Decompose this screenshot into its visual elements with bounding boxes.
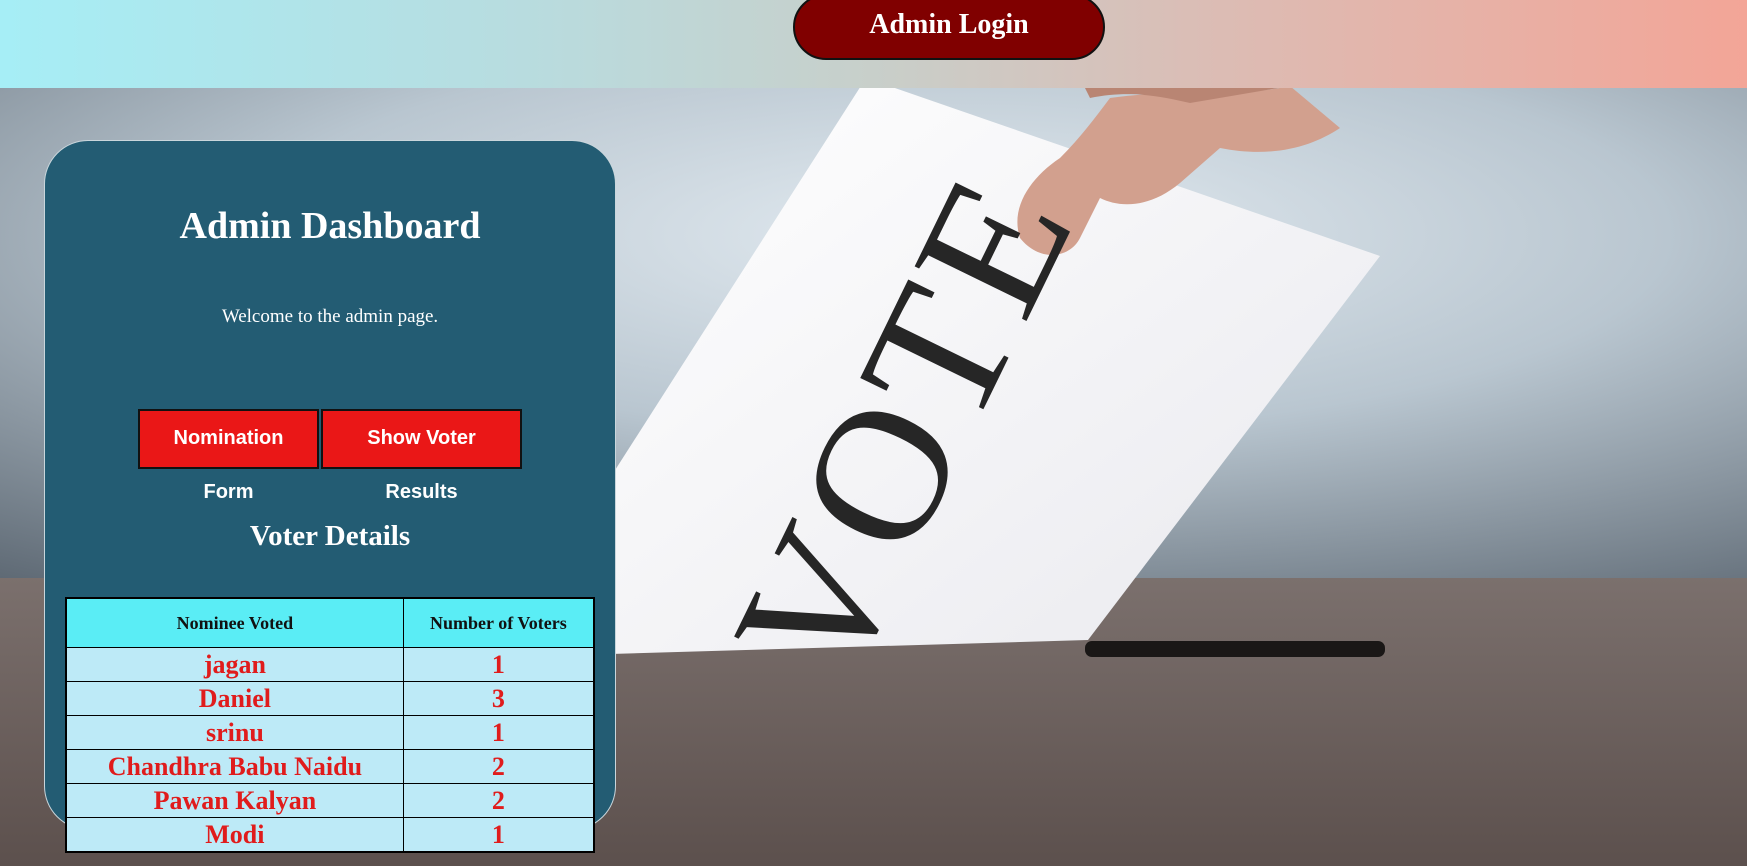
voter-details-heading: Voter Details bbox=[249, 520, 411, 552]
admin-login-button[interactable]: Admin Login bbox=[793, 0, 1105, 60]
welcome-text: Welcome to the admin page. bbox=[221, 306, 439, 327]
action-buttons: Nomination Form Show Voter Results bbox=[138, 409, 522, 503]
nomination-form-button[interactable]: Nomination Form bbox=[138, 409, 319, 503]
voter-details-table: Nominee Voted Number of Voters jagan 1 D… bbox=[65, 597, 595, 853]
nominee-cell: Daniel bbox=[65, 681, 404, 716]
table-row: Chandhra Babu Naidu 2 bbox=[65, 749, 595, 784]
count-column-header: Number of Voters bbox=[402, 597, 595, 648]
count-cell: 1 bbox=[402, 647, 595, 682]
count-cell: 1 bbox=[402, 817, 595, 853]
count-cell: 3 bbox=[402, 681, 595, 716]
nominee-cell: Chandhra Babu Naidu bbox=[65, 749, 404, 784]
table-row: jagan 1 bbox=[65, 647, 595, 682]
table-header-row: Nominee Voted Number of Voters bbox=[65, 597, 595, 648]
nominee-cell: Pawan Kalyan bbox=[65, 783, 404, 818]
nominee-cell: jagan bbox=[65, 647, 404, 682]
count-cell: 2 bbox=[402, 749, 595, 784]
table-row: Pawan Kalyan 2 bbox=[65, 783, 595, 818]
top-header: Admin Login bbox=[0, 0, 1747, 88]
page-title: Admin Dashboard bbox=[179, 205, 481, 247]
nominee-column-header: Nominee Voted bbox=[65, 597, 404, 648]
table-row: Modi 1 bbox=[65, 817, 595, 853]
show-voter-results-button[interactable]: Show Voter Results bbox=[321, 409, 522, 503]
count-cell: 1 bbox=[402, 715, 595, 750]
table-row: srinu 1 bbox=[65, 715, 595, 750]
table-row: Daniel 3 bbox=[65, 681, 595, 716]
nominee-cell: Modi bbox=[65, 817, 404, 853]
nominee-cell: srinu bbox=[65, 715, 404, 750]
count-cell: 2 bbox=[402, 783, 595, 818]
